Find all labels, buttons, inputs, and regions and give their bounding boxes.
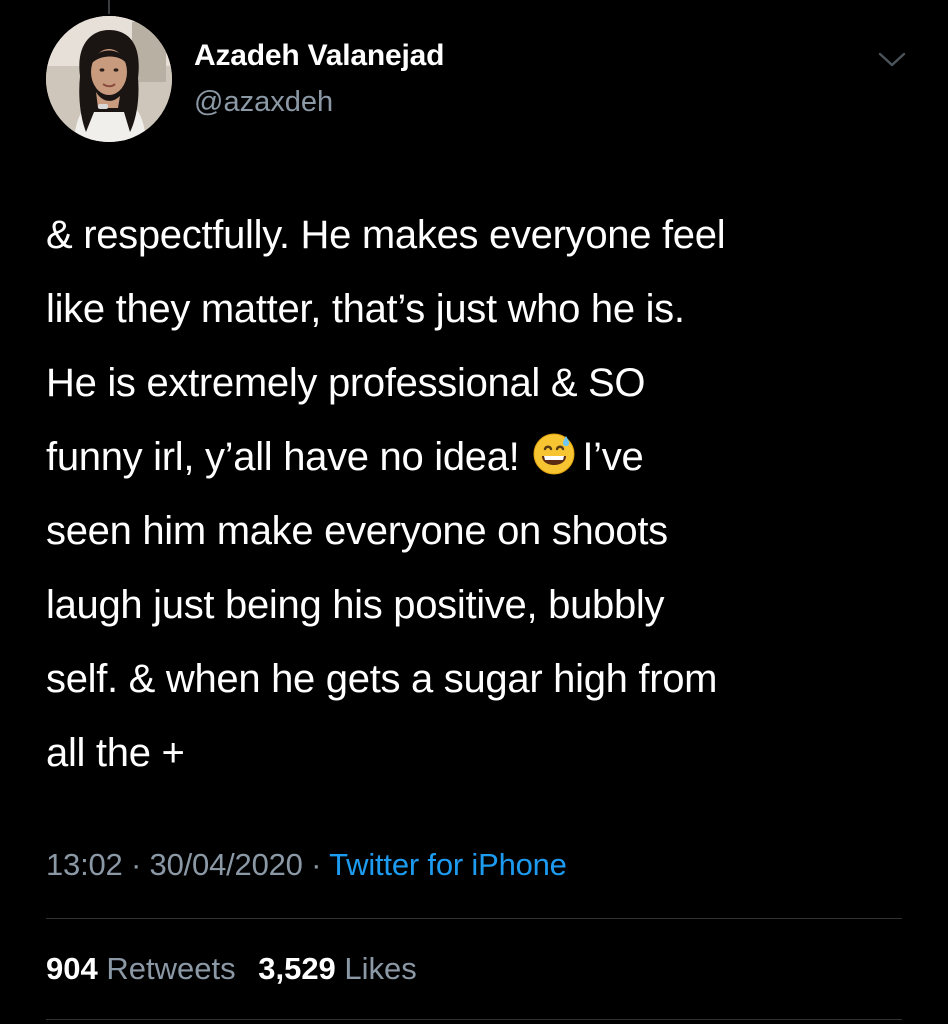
likes-count: 3,529 bbox=[258, 951, 336, 986]
retweets-label: Retweets bbox=[106, 951, 236, 986]
tweet-text-line: self. & when he gets a sugar high from bbox=[46, 657, 718, 701]
tweet-date[interactable]: 30/04/2020 bbox=[150, 847, 303, 882]
meta-separator: · bbox=[311, 847, 322, 882]
likes-label: Likes bbox=[344, 951, 417, 986]
tweet-time[interactable]: 13:02 bbox=[46, 847, 123, 882]
tweet-source-link[interactable]: Twitter for iPhone bbox=[329, 847, 567, 882]
divider bbox=[46, 918, 902, 919]
tweet-text-line: seen him make everyone on shoots bbox=[46, 509, 668, 553]
tweet-text-segment: I’ve bbox=[582, 435, 644, 479]
tweet-metadata: 13:02 · 30/04/2020 · Twitter for iPhone bbox=[46, 845, 567, 885]
retweets-count: 904 bbox=[46, 951, 98, 986]
author-name[interactable]: Azadeh Valanejad bbox=[194, 38, 444, 74]
tweet-text-line: funny irl, y’all have no idea! I’ve bbox=[46, 420, 926, 494]
thread-connector-line bbox=[108, 0, 110, 14]
tweet-text-line: like they matter, that’s just who he is. bbox=[46, 287, 685, 331]
tweet-text-line: & respectfully. He makes everyone feel bbox=[46, 213, 726, 257]
likes-stat[interactable]: 3,529 Likes bbox=[258, 951, 417, 986]
chevron-down-icon[interactable] bbox=[876, 46, 908, 72]
tweet-text-line: laugh just being his positive, bubbly bbox=[46, 583, 665, 627]
meta-separator: · bbox=[131, 847, 142, 882]
grinning-face-with-sweat-icon bbox=[533, 433, 575, 475]
divider bbox=[46, 1019, 902, 1020]
author-handle[interactable]: @azaxdeh bbox=[194, 84, 333, 120]
tweet-text-line: He is extremely professional & SO bbox=[46, 361, 646, 405]
engagement-stats: 904 Retweets 3,529 Likes bbox=[46, 949, 417, 989]
tweet-text: & respectfully. He makes everyone feel l… bbox=[46, 198, 926, 790]
retweets-stat[interactable]: 904 Retweets bbox=[46, 951, 236, 986]
avatar[interactable] bbox=[46, 16, 172, 142]
tweet-text-segment: funny irl, y’all have no idea! bbox=[46, 435, 520, 479]
profile-photo-icon bbox=[46, 16, 172, 142]
tweet-text-line: all the + bbox=[46, 731, 185, 775]
